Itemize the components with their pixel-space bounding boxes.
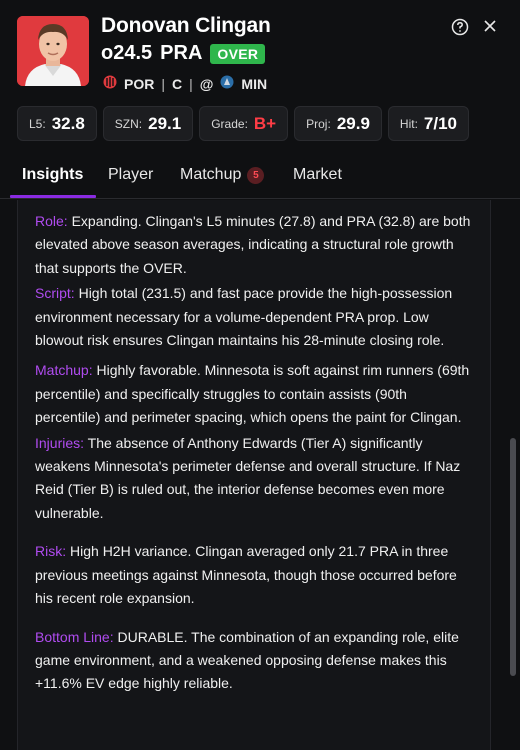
tab-insights[interactable]: Insights	[22, 166, 83, 184]
stat-chip-grade: Grade: B+	[199, 106, 289, 141]
insights-panel: Role: Expanding. Clingan's L5 minutes (2…	[17, 200, 491, 750]
matchup-count-badge: 5	[247, 166, 265, 184]
stat-value: 29.9	[336, 113, 370, 133]
prop-line-row: o24.5 PRA OVER	[101, 42, 266, 65]
stat-value: 29.1	[148, 113, 182, 133]
insight-text: The absence of Anthony Edwards (Tier A) …	[35, 434, 461, 521]
blazers-logo-icon	[103, 75, 117, 92]
timberwolves-logo-icon	[220, 75, 234, 92]
tab-label: Matchup	[180, 166, 242, 183]
stat-chip-hit-rate: Hit: 7/10	[387, 106, 469, 141]
at-symbol: @	[199, 75, 214, 92]
insight-script: Script: High total (231.5) and fast pace…	[35, 282, 475, 352]
insight-matchup: Matchup: Highly favorable. Minnesota is …	[35, 359, 475, 429]
stat-chip-l5: L5: 32.8	[17, 106, 97, 141]
insight-key: Role:	[35, 213, 68, 229]
help-circle-icon[interactable]	[451, 18, 469, 36]
tab-matchup[interactable]: Matchup 5	[180, 166, 265, 184]
insight-key: Matchup:	[35, 362, 93, 379]
tab-player[interactable]: Player	[108, 166, 153, 184]
pick-badge: OVER	[210, 43, 266, 64]
player-name: Donovan Clingan	[101, 14, 271, 37]
insight-key: Injuries:	[35, 434, 85, 451]
insight-bottom-line: Bottom Line: DURABLE. The combination of…	[35, 626, 475, 696]
insight-text: Highly favorable. Minnesota is soft agai…	[35, 362, 470, 426]
team-abbr: POR	[124, 75, 155, 92]
insight-key: Script:	[35, 285, 75, 302]
stat-chip-season: SZN: 29.1	[102, 106, 194, 141]
player-headshot	[17, 16, 89, 86]
scrollbar-thumb[interactable]	[510, 438, 516, 676]
stat-value: B+	[253, 113, 277, 133]
insight-role: Role: Expanding. Clingan's L5 minutes (2…	[35, 210, 475, 280]
tab-market[interactable]: Market	[293, 166, 342, 184]
close-icon[interactable]	[482, 18, 498, 34]
insights-content: Role: Expanding. Clingan's L5 minutes (2…	[35, 210, 475, 696]
stats-bar: L5: 32.8 SZN: 29.1 Grade: B+ Proj: 29.9 …	[17, 106, 469, 141]
prop-stat-type: PRA	[160, 42, 203, 64]
stat-value: 32.8	[51, 113, 85, 133]
stat-label: SZN:	[114, 116, 143, 131]
active-tab-indicator	[10, 195, 96, 198]
tab-bar: Insights Player Matchup 5 Market	[0, 157, 520, 199]
stat-chip-projection: Proj: 29.9	[294, 106, 382, 141]
stat-value: 7/10	[423, 113, 457, 133]
divider: |	[189, 75, 193, 92]
stat-label: Grade:	[211, 116, 248, 131]
player-position: C	[171, 75, 183, 92]
insight-injuries: Injuries: The absence of Anthony Edwards…	[35, 432, 475, 526]
insight-key: Bottom Line:	[35, 628, 114, 645]
insight-text: Expanding. Clingan's L5 minutes (27.8) a…	[35, 213, 471, 276]
stat-label: Hit:	[399, 116, 418, 131]
stat-label: L5:	[29, 116, 46, 131]
stat-label: Proj:	[306, 116, 331, 131]
insight-risk: Risk: High H2H variance. Clingan average…	[35, 540, 475, 610]
player-header: Donovan Clingan o24.5 PRA OVER POR | C |…	[0, 0, 520, 100]
prop-line-value: o24.5	[101, 42, 153, 64]
insight-key: Risk:	[35, 543, 67, 560]
insight-text: High H2H variance. Clingan averaged only…	[35, 543, 457, 607]
divider: |	[161, 75, 165, 92]
matchup-row: POR | C | @ MIN	[103, 75, 267, 92]
opponent-abbr: MIN	[241, 75, 268, 92]
insight-text: High total (231.5) and fast pace provide…	[35, 285, 453, 349]
